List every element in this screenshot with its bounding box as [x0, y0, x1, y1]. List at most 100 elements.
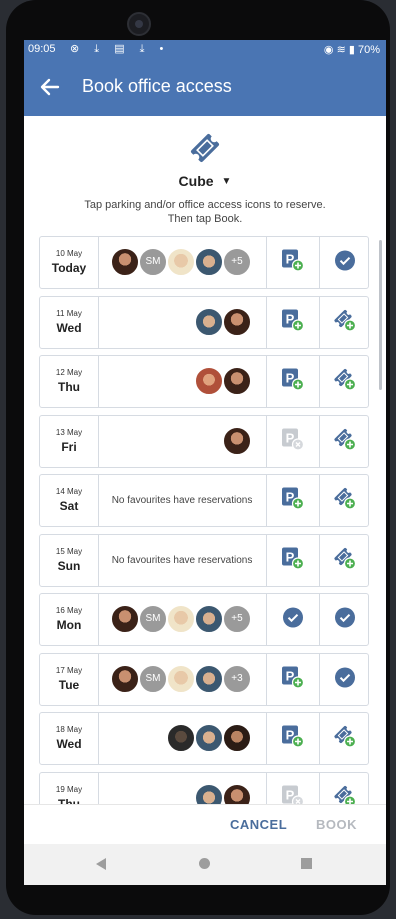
weekday-label: Wed	[56, 737, 82, 751]
parking-cell: P	[266, 773, 319, 804]
date-label: 16 May	[55, 606, 83, 615]
app-bar: Book office access	[24, 60, 386, 116]
favourites-cell[interactable]: SM +5	[99, 594, 265, 645]
front-camera	[127, 12, 151, 36]
favourites-cell[interactable]: No favourites have reservations	[99, 535, 265, 586]
avatar	[223, 784, 251, 804]
more-favourites-badge: +5	[223, 605, 251, 633]
office-access-cell[interactable]	[319, 594, 369, 645]
avatar	[195, 248, 223, 276]
parking-cell[interactable]: P	[266, 475, 319, 526]
office-access-cell[interactable]	[319, 237, 369, 288]
status-time: 09:05	[28, 43, 56, 55]
day-date: 18 May Wed	[40, 713, 99, 764]
parking-add-icon: P	[281, 248, 305, 277]
check-icon	[334, 250, 355, 275]
day-date: 10 May Today	[40, 237, 99, 288]
favourites-cell[interactable]	[99, 297, 265, 348]
day-date: 16 May Mon	[40, 594, 99, 645]
location-header: Cube ▼ Tap parking and/or office access i…	[24, 116, 386, 236]
office-ticket-icon	[190, 133, 220, 163]
page-title: Book office access	[82, 76, 232, 96]
cancel-button[interactable]: CANCEL	[230, 817, 287, 832]
avatar	[195, 665, 223, 693]
day-date: 19 May Thu	[40, 773, 99, 804]
favourites-cell[interactable]	[99, 773, 265, 804]
date-label: 13 May	[55, 428, 83, 437]
office-access-cell[interactable]	[319, 297, 369, 348]
office-access-add-icon	[333, 367, 357, 396]
favourites-cell[interactable]	[99, 416, 265, 467]
date-label: 14 May	[55, 487, 83, 496]
parking-cell[interactable]: P	[266, 356, 319, 407]
office-access-cell[interactable]	[319, 654, 369, 705]
office-access-cell[interactable]	[319, 773, 369, 804]
parking-add-icon: P	[281, 367, 305, 396]
hint-line-2: Then tap Book.	[167, 213, 243, 225]
avatar	[167, 248, 195, 276]
weekday-label: Today	[51, 261, 87, 275]
favourites-cell[interactable]: No favourites have reservations	[99, 475, 265, 526]
day-date: 13 May Fri	[40, 416, 99, 467]
favourites-cell[interactable]	[99, 713, 265, 764]
scrollbar[interactable]	[379, 240, 382, 390]
office-access-cell[interactable]	[319, 535, 369, 586]
more-favourites-badge: +3	[223, 665, 251, 693]
book-button[interactable]: BOOK	[316, 817, 357, 832]
parking-unavailable-icon: P	[281, 784, 305, 804]
system-icons: ◉ ≋ ▮	[323, 44, 355, 56]
instructions: Tap parking and/or office access icons t…	[24, 198, 386, 226]
notification-icons: ⊗ ⤓ ▤ ⤓ •	[70, 43, 170, 55]
parking-cell[interactable]: P	[266, 713, 319, 764]
office-access-cell[interactable]	[319, 713, 369, 764]
office-access-cell[interactable]	[319, 475, 369, 526]
avatar	[223, 367, 251, 395]
avatar	[195, 308, 223, 336]
parking-add-icon: P	[281, 486, 305, 515]
day-row: 14 May Sat No favourites have reservations…	[39, 474, 369, 527]
office-access-cell[interactable]	[319, 356, 369, 407]
office-access-add-icon	[333, 486, 357, 515]
parking-cell[interactable]: P	[266, 654, 319, 705]
day-date: 17 May Tue	[40, 654, 99, 705]
location-selector[interactable]: Cube ▼	[24, 173, 386, 189]
parking-cell[interactable]: P	[266, 297, 319, 348]
battery-level: 70%	[357, 44, 380, 56]
favourites-cell[interactable]: SM +5	[99, 237, 265, 288]
parking-cell[interactable]	[266, 594, 319, 645]
office-access-cell[interactable]	[319, 416, 369, 467]
parking-cell[interactable]: P	[266, 237, 319, 288]
days-list[interactable]: 10 May Today SM +5 P 11 May Wed P 12 May Thu P 13 M…	[24, 236, 386, 804]
day-row: 13 May Fri P	[39, 415, 369, 468]
more-favourites-badge: +5	[223, 248, 251, 276]
back-nav-icon[interactable]	[96, 858, 106, 870]
parking-add-icon: P	[281, 308, 305, 337]
avatar	[111, 248, 139, 276]
date-label: 10 May	[55, 249, 83, 258]
hint-line-1: Tap parking and/or office access icons t…	[84, 199, 326, 211]
arrow-left-icon[interactable]	[38, 75, 62, 99]
favourites-cell[interactable]	[99, 356, 265, 407]
phone-frame: 09:05 ⊗ ⤓ ▤ ⤓ • ◉ ≋ ▮ 70% Book office ac…	[6, 0, 390, 915]
system-nav-bar	[24, 844, 386, 885]
day-row: 15 May Sun No favourites have reservations…	[39, 534, 369, 587]
status-bar: 09:05 ⊗ ⤓ ▤ ⤓ • ◉ ≋ ▮ 70%	[24, 40, 386, 60]
date-label: 15 May	[55, 547, 83, 556]
chevron-down-icon: ▼	[221, 176, 232, 187]
weekday-label: Sat	[59, 499, 79, 513]
status-right: ◉ ≋ ▮ 70%	[324, 43, 380, 56]
recents-nav-icon[interactable]	[301, 858, 312, 869]
check-icon	[334, 607, 355, 632]
home-nav-icon[interactable]	[199, 858, 210, 869]
weekday-label: Tue	[58, 678, 80, 692]
office-access-add-icon	[333, 784, 357, 804]
avatar	[167, 665, 195, 693]
weekday-label: Thu	[58, 797, 80, 804]
day-row: 18 May Wed P	[39, 712, 369, 765]
parking-cell: P	[266, 416, 319, 467]
day-row: 11 May Wed P	[39, 296, 369, 349]
day-row: 16 May Mon SM +5	[39, 593, 369, 646]
parking-add-icon: P	[281, 665, 305, 694]
favourites-cell[interactable]: SM +3	[99, 654, 265, 705]
parking-cell[interactable]: P	[266, 535, 319, 586]
